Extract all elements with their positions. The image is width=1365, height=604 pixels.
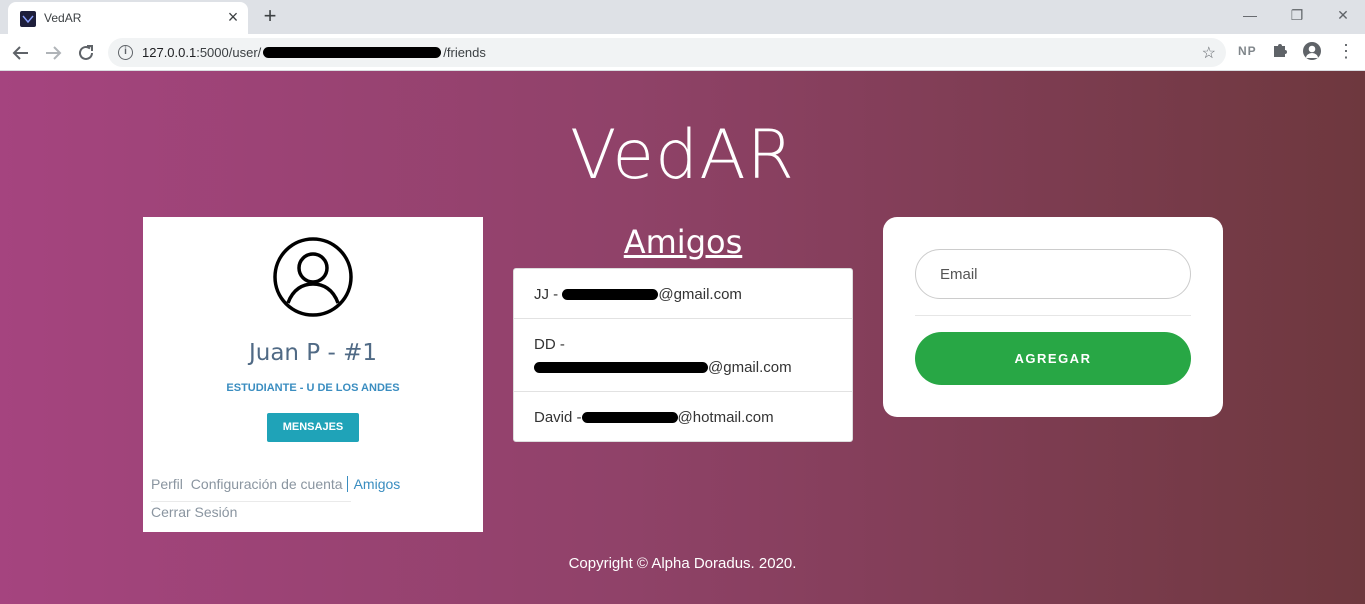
messages-button[interactable]: MENSAJES <box>267 413 359 442</box>
browser-toolbar: i 127.0.0.1:5000/user//friends ☆ NP ⋮ <box>0 34 1365 71</box>
vedar-favicon-icon <box>20 11 36 27</box>
back-arrow-icon[interactable] <box>9 41 33 65</box>
nav-link-profile[interactable]: Perfil <box>151 476 183 492</box>
profile-card: Juan P - #1 ESTUDIANTE - U DE LOS ANDES … <box>143 217 483 532</box>
bookmark-star-icon[interactable]: ☆ <box>1202 43 1216 63</box>
friend-list-item[interactable]: DD - @gmail.com <box>514 319 852 392</box>
redacted-email <box>534 362 708 373</box>
profile-avatar-icon[interactable] <box>1303 42 1321 60</box>
add-friend-card: AGREGAR <box>883 217 1223 417</box>
friends-list: JJ - @gmail.com DD - @gmail.com David - @… <box>513 268 853 442</box>
browser-tab[interactable]: VedAR × <box>8 2 248 34</box>
minimize-icon[interactable]: — <box>1237 4 1263 26</box>
nav-link-friends[interactable]: Amigos <box>354 476 401 492</box>
extensions-puzzle-icon[interactable] <box>1270 41 1290 61</box>
profile-nav: Perfil Configuración de cuenta Amigos <box>151 476 404 492</box>
np-extension-icon[interactable]: NP <box>1238 44 1257 58</box>
email-input[interactable] <box>915 249 1191 299</box>
kebab-menu-icon[interactable]: ⋮ <box>1337 40 1355 62</box>
friend-list-item[interactable]: JJ - @gmail.com <box>514 269 852 319</box>
friend-list-item[interactable]: David - @hotmail.com <box>514 392 852 441</box>
page-background: VedAR Juan P - #1 ESTUDIANTE - U DE LOS … <box>0 71 1365 604</box>
user-avatar-icon <box>273 237 353 317</box>
user-name: Juan P - #1 <box>248 340 378 366</box>
reload-icon[interactable] <box>74 41 98 65</box>
url-text: 127.0.0.1:5000/user//friends <box>142 45 486 60</box>
tab-close-icon[interactable]: × <box>224 8 242 26</box>
friend-email-domain: @gmail.com <box>708 359 792 376</box>
new-tab-icon[interactable]: + <box>259 5 281 27</box>
redacted-user-id <box>263 47 442 58</box>
forward-arrow-icon[interactable] <box>41 41 65 65</box>
tab-title: VedAR <box>44 11 82 25</box>
footer-copyright: Copyright © Alpha Doradus. 2020. <box>568 555 797 572</box>
browser-tab-bar: VedAR × + — ❐ ✕ <box>0 0 1365 34</box>
friends-heading: Amigos <box>623 223 743 261</box>
divider <box>915 315 1191 316</box>
window-close-icon[interactable]: ✕ <box>1330 4 1356 26</box>
text-cursor <box>346 476 348 492</box>
address-bar[interactable]: i 127.0.0.1:5000/user//friends ☆ <box>108 38 1226 67</box>
redacted-email <box>581 412 678 423</box>
friend-name: JJ - <box>534 286 563 303</box>
friend-email-domain: @gmail.com <box>658 286 742 303</box>
user-role: ESTUDIANTE - U DE LOS ANDES <box>226 382 400 394</box>
nav-link-logout[interactable]: Cerrar Sesión <box>151 501 351 520</box>
add-friend-button[interactable]: AGREGAR <box>915 332 1191 385</box>
site-info-icon[interactable]: i <box>118 45 133 60</box>
site-brand-title: VedAR <box>569 116 795 195</box>
friend-name: DD - <box>534 336 565 353</box>
redacted-email <box>562 289 659 300</box>
friend-name: David - <box>534 409 582 426</box>
nav-link-settings[interactable]: Configuración de cuenta <box>191 476 343 492</box>
friend-email-domain: @hotmail.com <box>677 409 774 426</box>
restore-icon[interactable]: ❐ <box>1284 4 1310 26</box>
